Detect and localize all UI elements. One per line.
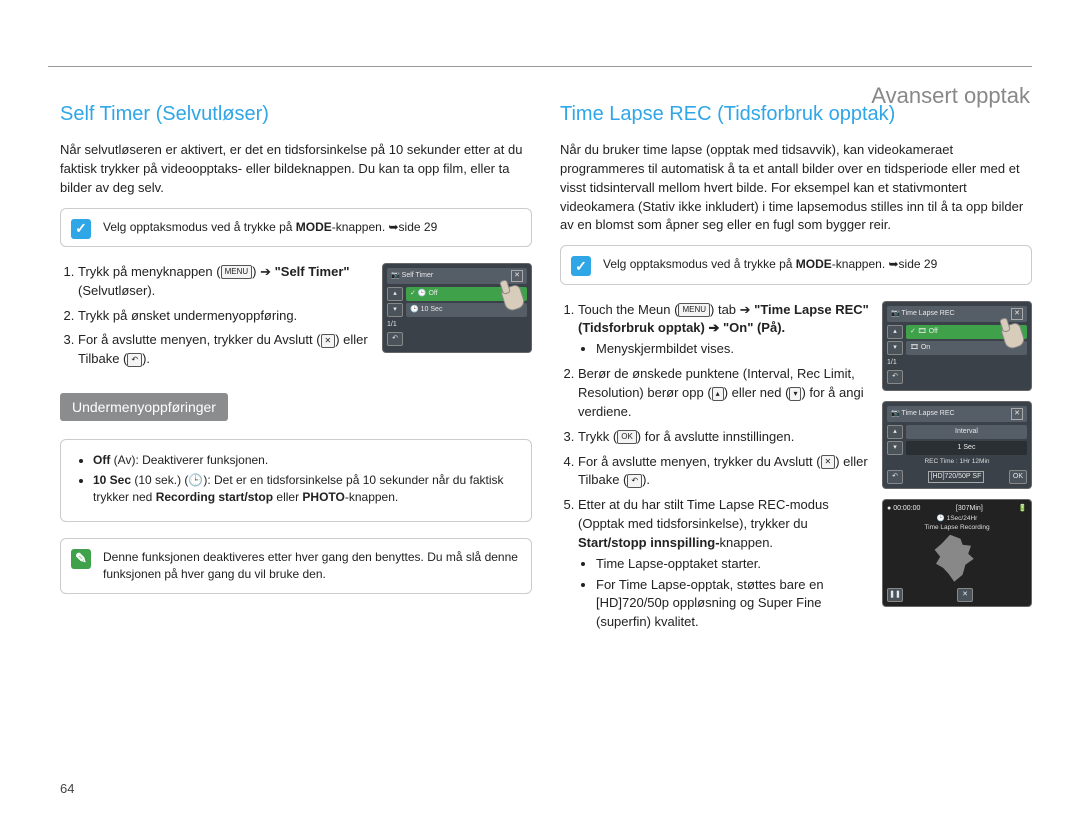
step-1-note: Menyskjermbildet vises. — [596, 340, 870, 359]
lcd-stack: 📷 Time Lapse REC✕ ▴✓ 🎞 Off ▾🎞 On 1/1 ↶ 📷… — [882, 301, 1032, 617]
note-text: Denne funksjonen deaktiveres etter hver … — [103, 550, 518, 581]
lcd-time-lapse-recording: ● 00:00:00 [307Min] 🔋 🕒 1Sec/24Hr Time L… — [882, 499, 1032, 607]
note-select-mode: ✓ Velg opptaksmodus ved å trykke på MODE… — [560, 245, 1032, 284]
lcd-close-icon: ✕ — [1011, 408, 1023, 420]
rec-timecode: 00:00:00 — [893, 505, 920, 512]
lcd-time-lapse-menu: 📷 Time Lapse REC✕ ▴✓ 🎞 Off ▾🎞 On 1/1 ↶ — [882, 301, 1032, 391]
back-icon: ↶ — [627, 474, 642, 488]
recording-mode-label: Time Lapse Recording — [887, 523, 1027, 532]
note-select-mode: ✓ Velg opptaksmodus ved å trykke på MODE… — [60, 208, 532, 247]
back-icon: ↶ — [387, 332, 403, 346]
step-5-note1: Time Lapse-opptaket starter. — [596, 555, 870, 574]
interval-label: Interval — [906, 425, 1027, 439]
check-icon: ✓ — [71, 219, 91, 239]
option-off-desc: Off (Av): Deaktiverer funksjonen. — [93, 452, 519, 469]
step-1: Touch the Meun (MENU) tab ➔ "Time Lapse … — [578, 301, 870, 360]
note-tail: -knappen. ➥side 29 — [832, 257, 937, 271]
note-text: Velg opptaksmodus ved å trykke på — [603, 257, 796, 271]
step-2: Trykk på ønsket undermenyoppføring. — [78, 307, 370, 326]
section-heading-self-timer: Self Timer (Selvutløser) — [60, 100, 532, 129]
back-icon: ↶ — [887, 470, 903, 484]
note-deactivate: ✎ Denne funksjonen deaktiveres etter hve… — [60, 538, 532, 595]
step-5-note2: For Time Lapse-opptak, støttes bare en [… — [596, 576, 870, 633]
interval-value: 1 Sec — [906, 441, 1027, 455]
step-2: Berør de ønskede punktene (Interval, Rec… — [578, 365, 870, 422]
menu-button-icon: MENU — [221, 265, 253, 279]
ok-button-icon: OK — [617, 430, 637, 444]
down-icon: ▾ — [887, 341, 903, 355]
option-10sec-desc: 10 Sec (10 sek.) (🕒): Det er en tidsfors… — [93, 472, 519, 507]
close-icon: ✕ — [821, 455, 836, 469]
self-timer-intro: Når selvutløseren er aktivert, er det en… — [60, 141, 532, 198]
note-text: Velg opptaksmodus ved å trykke på — [103, 220, 296, 234]
finger-touch-icon — [497, 282, 527, 312]
right-column: Time Lapse REC (Tidsforbruk opptak) Når … — [560, 100, 1032, 650]
up-icon: ▴ — [887, 325, 903, 339]
down-icon: ▾ — [387, 303, 403, 317]
step-4: For å avslutte menyen, trykker du Avslut… — [578, 453, 870, 491]
interval-indicator: 1Sec/24Hr — [947, 515, 978, 522]
time-lapse-intro: Når du bruker time lapse (opptak med tid… — [560, 141, 1032, 235]
up-icon: ▴ — [712, 387, 724, 401]
lcd-self-timer: 📷 Self Timer✕ ▴✓ 🕒 Off ▾🕒 10 Sec 1/1 ↶ — [382, 263, 532, 363]
note-tail: -knappen. ➥side 29 — [332, 220, 437, 234]
info-icon: ✎ — [71, 549, 91, 569]
mode-button-label: MODE — [296, 220, 332, 234]
close-icon: ✕ — [321, 334, 336, 348]
time-lapse-steps: Touch the Meun (MENU) tab ➔ "Time Lapse … — [560, 301, 870, 639]
battery-icon: 🔋 — [1018, 504, 1027, 514]
pause-icon: ❚❚ — [887, 588, 903, 602]
horizontal-rule — [48, 66, 1032, 67]
lcd-page: 1/1 — [387, 320, 397, 330]
lcd-close-icon: ✕ — [511, 270, 523, 282]
lcd-page: 1/1 — [887, 358, 897, 368]
lcd-time-lapse-settings: 📷 Time Lapse REC✕ ▴Interval ▾1 Sec REC T… — [882, 401, 1032, 489]
page-number: 64 — [60, 780, 74, 799]
step-5: Etter at du har stilt Time Lapse REC-mod… — [578, 496, 870, 632]
back-icon: ↶ — [887, 370, 903, 384]
submenu-box: Off (Av): Deaktiverer funksjonen. 10 Sec… — [60, 439, 532, 521]
up-icon: ▴ — [887, 425, 903, 439]
step-3: For å avslutte menyen, trykker du Avslut… — [78, 331, 370, 369]
silhouette-icon — [922, 535, 992, 585]
chapter-title: Avansert opptak — [871, 80, 1030, 112]
self-timer-steps: Trykk på menyknappen (MENU) ➔ "Self Time… — [60, 263, 370, 375]
menu-button-icon: MENU — [678, 303, 710, 317]
clock-icon: 🕒 — [937, 515, 945, 522]
step-1: Trykk på menyknappen (MENU) ➔ "Self Time… — [78, 263, 370, 301]
back-icon: ↶ — [127, 353, 142, 367]
up-icon: ▴ — [387, 287, 403, 301]
step-3: Trykk (OK) for å avslutte innstillingen. — [578, 428, 870, 447]
mode-button-label: MODE — [796, 257, 832, 271]
remaining-time: [307Min] — [956, 504, 983, 514]
close-icon: ✕ — [957, 588, 973, 602]
submenu-header: Undermenyoppføringer — [60, 393, 228, 421]
down-icon: ▾ — [789, 387, 801, 401]
check-icon: ✓ — [571, 256, 591, 276]
down-icon: ▾ — [887, 441, 903, 455]
resolution-badge: [HD]720/50P SF — [928, 471, 985, 483]
left-column: Self Timer (Selvutløser) Når selvutløser… — [60, 100, 532, 650]
lcd-close-icon: ✕ — [1011, 308, 1023, 320]
ok-button: OK — [1009, 470, 1027, 484]
finger-touch-icon — [997, 320, 1027, 350]
rec-time-label: REC Time : 1Hr 12Min — [887, 457, 1027, 466]
